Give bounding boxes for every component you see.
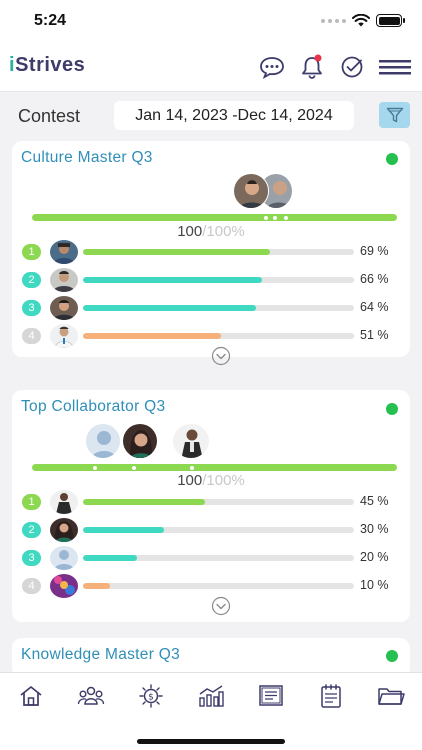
- rank-badge: 4: [22, 328, 41, 344]
- home-indicator: [137, 739, 285, 744]
- rank-percentage: 69 %: [360, 244, 389, 258]
- leaderboard-row[interactable]: 1 45 %: [22, 490, 402, 514]
- contest-score: 100/100%: [177, 472, 245, 489]
- date-range-picker[interactable]: Jan 14, 2023 -Dec 14, 2024: [114, 101, 354, 130]
- rank-progress-track: [83, 555, 354, 561]
- status-bar: 5:24: [0, 0, 422, 44]
- rank-progress-track: [83, 527, 354, 533]
- active-status-dot: [386, 403, 398, 415]
- analytics-icon[interactable]: [196, 683, 226, 709]
- contest-card[interactable]: Culture Master Q3 100/100% 1 69 % 2 66 %…: [12, 141, 410, 366]
- contest-score: 100/100%: [177, 223, 245, 240]
- rank-progress-track: [83, 277, 354, 283]
- rank-percentage: 20 %: [360, 550, 389, 564]
- bottom-tab-bar: $: [0, 672, 422, 750]
- rewards-icon[interactable]: $: [136, 683, 166, 709]
- tasks-icon[interactable]: [316, 683, 346, 709]
- wifi-icon: [352, 14, 370, 27]
- rank-percentage: 10 %: [360, 578, 389, 592]
- leaderboard-row[interactable]: 3 20 %: [22, 546, 402, 570]
- avatar: [50, 240, 78, 264]
- filter-button[interactable]: [379, 102, 410, 128]
- board-icon[interactable]: [256, 683, 286, 709]
- rank-percentage: 66 %: [360, 272, 389, 286]
- app-header: iStrives: [0, 44, 422, 92]
- leaderboard-row[interactable]: 1 69 %: [22, 240, 402, 264]
- leaderboard-row[interactable]: 2 66 %: [22, 268, 402, 292]
- app-logo[interactable]: iStrives: [9, 54, 85, 77]
- avatar: [233, 173, 269, 209]
- active-status-dot: [386, 650, 398, 662]
- battery-icon: [376, 14, 405, 27]
- status-icons: [321, 14, 405, 27]
- active-status-dot: [386, 153, 398, 165]
- contest-title: Knowledge Master Q3: [21, 646, 181, 663]
- leaderboard-row[interactable]: 3 64 %: [22, 296, 402, 320]
- bell-icon[interactable]: [298, 53, 326, 81]
- leaderboard-row[interactable]: 2 30 %: [22, 518, 402, 542]
- avatar: [172, 423, 210, 459]
- rank-percentage: 45 %: [360, 494, 389, 508]
- avatar: [50, 518, 78, 542]
- rank-badge: 2: [22, 272, 41, 288]
- leaderboard-row[interactable]: 4 51 %: [22, 324, 402, 348]
- contest-label: Contest: [18, 106, 81, 126]
- avatar: [50, 490, 78, 514]
- chat-icon[interactable]: [258, 53, 286, 81]
- contest-title: Top Collaborator Q3: [21, 398, 166, 415]
- signal-icon: [321, 18, 346, 23]
- rank-badge: 3: [22, 300, 41, 316]
- rank-percentage: 30 %: [360, 522, 389, 536]
- avatar: [85, 423, 121, 459]
- rank-progress-track: [83, 305, 354, 311]
- folder-icon[interactable]: [376, 683, 406, 709]
- chevron-down-icon[interactable]: [211, 596, 231, 616]
- avatar: [50, 546, 78, 570]
- contest-title: Culture Master Q3: [21, 149, 153, 166]
- rank-progress-track: [83, 249, 354, 255]
- svg-text:$: $: [148, 693, 154, 703]
- rank-percentage: 51 %: [360, 328, 389, 342]
- avatar: [50, 296, 78, 320]
- filter-icon: [386, 107, 403, 123]
- avatar: [50, 574, 78, 598]
- rank-percentage: 64 %: [360, 300, 389, 314]
- check-circle-icon[interactable]: [338, 53, 366, 81]
- hamburger-menu-icon[interactable]: [378, 53, 412, 81]
- contest-progress-bar: [32, 464, 397, 471]
- rank-progress-track: [83, 499, 354, 505]
- avatar: [50, 268, 78, 292]
- rank-badge: 2: [22, 522, 41, 538]
- chevron-down-icon[interactable]: [211, 346, 231, 366]
- rank-progress-track: [83, 583, 354, 589]
- rank-badge: 1: [22, 244, 41, 260]
- rank-badge: 1: [22, 494, 41, 510]
- avatar: [50, 324, 78, 348]
- rank-progress-track: [83, 333, 354, 339]
- home-icon[interactable]: [16, 683, 46, 709]
- team-icon[interactable]: [76, 683, 106, 709]
- status-time: 5:24: [34, 12, 67, 29]
- leaderboard-row[interactable]: 4 10 %: [22, 574, 402, 598]
- rank-badge: 4: [22, 578, 41, 594]
- contest-progress-bar: [32, 214, 397, 221]
- avatar: [122, 423, 158, 459]
- filter-row: Contest Jan 14, 2023 -Dec 14, 2024: [0, 98, 422, 136]
- contest-card[interactable]: Top Collaborator Q3 100/100% 1 45 % 2 30…: [12, 390, 410, 622]
- rank-badge: 3: [22, 550, 41, 566]
